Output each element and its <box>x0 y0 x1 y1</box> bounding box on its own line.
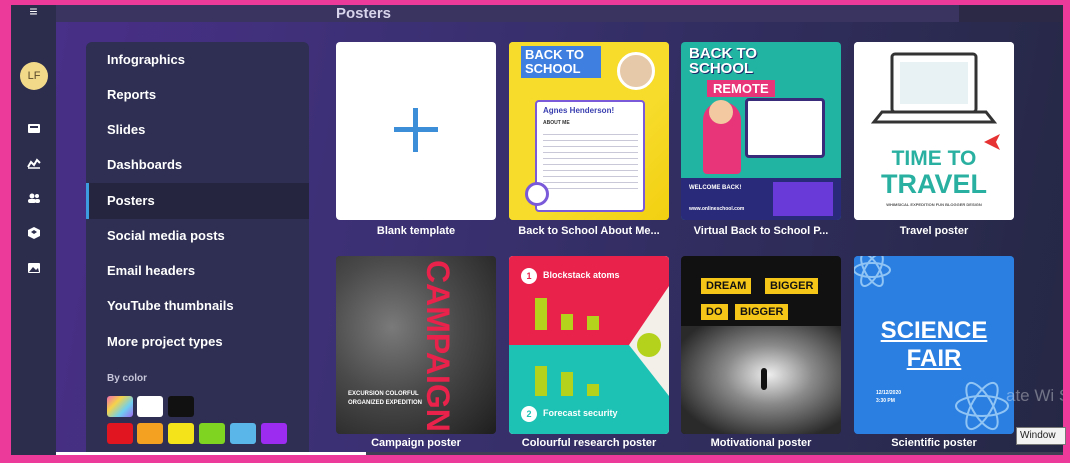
poster-line2: TRAVEL <box>881 169 987 199</box>
horizontal-scrollbar-thumb[interactable] <box>56 452 366 455</box>
top-bar-segment <box>959 5 1063 22</box>
analytics-icon[interactable] <box>25 156 43 174</box>
swatch-red[interactable] <box>107 423 133 444</box>
brand-kit-icon[interactable] <box>25 226 43 244</box>
icon-rail: ≡ LF <box>11 5 56 455</box>
menu-item-slides[interactable]: Slides <box>86 112 309 148</box>
template-title: Blank template <box>376 225 456 237</box>
poster-tag: REMOTE <box>707 80 775 97</box>
menu-item-email-headers[interactable]: Email headers <box>86 253 309 289</box>
menu-item-more-project-types[interactable]: More project types <box>86 324 309 360</box>
swatch-yellow[interactable] <box>168 423 194 444</box>
menu-item-infographics[interactable]: Infographics <box>86 42 309 78</box>
poster-site: www.onlineschool.com <box>689 206 745 212</box>
template-card-research[interactable]: 1 Blockstack atoms 2 Forecast security <box>509 256 669 434</box>
poster-welcome: WELCOME BACK! <box>689 185 742 191</box>
template-card-blank[interactable] <box>336 42 496 220</box>
poster-heading: BACK TO SCHOOL <box>521 46 601 78</box>
teacher-face <box>709 100 733 124</box>
poster-name: Agnes Henderson! <box>543 106 615 115</box>
by-color-label: By color <box>107 373 148 384</box>
poster-line1: TIME TO <box>891 147 977 170</box>
menu-item-youtube-thumbnails[interactable]: YouTube thumbnails <box>86 288 309 324</box>
swatch-gradient[interactable] <box>107 396 133 417</box>
poster-date: 12/12/2020 <box>876 390 902 396</box>
avatar[interactable]: LF <box>20 62 48 90</box>
poster-heading: Forecast security <box>543 408 618 418</box>
monitor-illustration <box>745 98 825 158</box>
activation-watermark: ate Wi Settings t <box>1006 386 1063 405</box>
menu-item-social-media-posts[interactable]: Social media posts <box>86 218 309 254</box>
template-title: Travel poster <box>899 225 969 237</box>
menu-item-dashboards[interactable]: Dashboards <box>86 147 309 183</box>
projects-icon[interactable] <box>25 121 43 139</box>
target-icon <box>525 182 549 206</box>
poster-word: DO <box>701 304 728 320</box>
chart-bar <box>561 372 573 396</box>
menu-item-reports[interactable]: Reports <box>86 77 309 113</box>
swatch-black[interactable] <box>168 396 194 417</box>
portrait-image <box>617 52 655 90</box>
poster-heading: Blockstack atoms <box>543 270 620 280</box>
swatch-orange[interactable] <box>137 423 163 444</box>
template-title: Colourful research poster <box>521 437 657 449</box>
chart-bar <box>535 298 547 330</box>
template-title: Motivational poster <box>710 437 812 449</box>
template-card-science[interactable]: SCIENCE FAIR 12/12/2020 3:30 PM <box>854 256 1014 434</box>
poster-footer: WELCOME BACK! www.onlineschool.com <box>681 178 841 220</box>
project-type-menu: Infographics Reports Slides Dashboards P… <box>86 42 309 455</box>
chart-bar <box>535 366 547 396</box>
poster-caption: EXCURSION COLORFUL ORGANIZED EXPEDITION <box>348 391 423 406</box>
template-card-campaign[interactable]: CAMPAIGN EXCURSION COLORFUL ORGANIZED EX… <box>336 256 496 434</box>
swatch-green[interactable] <box>199 423 225 444</box>
template-title: Campaign poster <box>371 437 461 449</box>
template-card-back-to-school[interactable]: BACK TO SCHOOL Agnes Henderson! ABOUT ME <box>509 42 669 220</box>
poster-time: 3:30 PM <box>876 398 895 404</box>
plus-icon <box>394 108 438 152</box>
poster-content-box: Agnes Henderson! ABOUT ME <box>535 100 645 212</box>
poster-word: DREAM <box>701 278 752 294</box>
poster-line2: FAIR <box>906 345 962 372</box>
media-icon[interactable] <box>25 261 43 279</box>
swatch-purple[interactable] <box>261 423 287 444</box>
chart-bar <box>561 314 573 330</box>
swatch-light-blue[interactable] <box>230 423 256 444</box>
template-title: Scientific poster <box>891 437 977 449</box>
schedule-box <box>773 182 833 216</box>
step-number: 1 <box>521 268 537 284</box>
poster-word: BIGGER <box>735 304 789 320</box>
template-card-virtual-school[interactable]: BACK TO SCHOOL REMOTE WELCOME BACK! www.… <box>681 42 841 220</box>
page-title: Posters <box>336 5 392 22</box>
poster-lines <box>543 129 638 189</box>
poster-word: BIGGER <box>765 278 819 294</box>
template-title: Back to School About Me... <box>518 225 660 237</box>
poster-heading: BACK TO SCHOOL <box>689 45 758 77</box>
jumper-silhouette <box>761 368 767 390</box>
chart-bar <box>587 316 599 330</box>
hamburger-menu-icon[interactable]: ≡ <box>11 5 56 22</box>
team-icon[interactable] <box>25 191 43 209</box>
top-bar: Posters <box>56 5 1063 22</box>
step-number: 2 <box>521 406 537 422</box>
swatch-white[interactable] <box>137 396 163 417</box>
menu-item-posters[interactable]: Posters <box>86 183 309 219</box>
chart-bar <box>587 384 599 396</box>
windows-tooltip: Window <box>1016 427 1066 445</box>
poster-subline: WHIMSICAL EXPEDITION FUN BLOGGER DESIGN <box>886 202 982 207</box>
template-title: Virtual Back to School P... <box>693 225 829 237</box>
template-card-travel[interactable]: TIME TO TRAVEL WHIMSICAL EXPEDITION FUN … <box>854 42 1014 220</box>
poster-line1: SCIENCE <box>880 317 988 344</box>
app-window: ≡ LF Posters Infographics Reports Slides… <box>11 5 1063 455</box>
poster-subheading: ABOUT ME <box>543 120 570 126</box>
template-card-motivational[interactable]: DREAM BIGGER DO BIGGER <box>681 256 841 434</box>
